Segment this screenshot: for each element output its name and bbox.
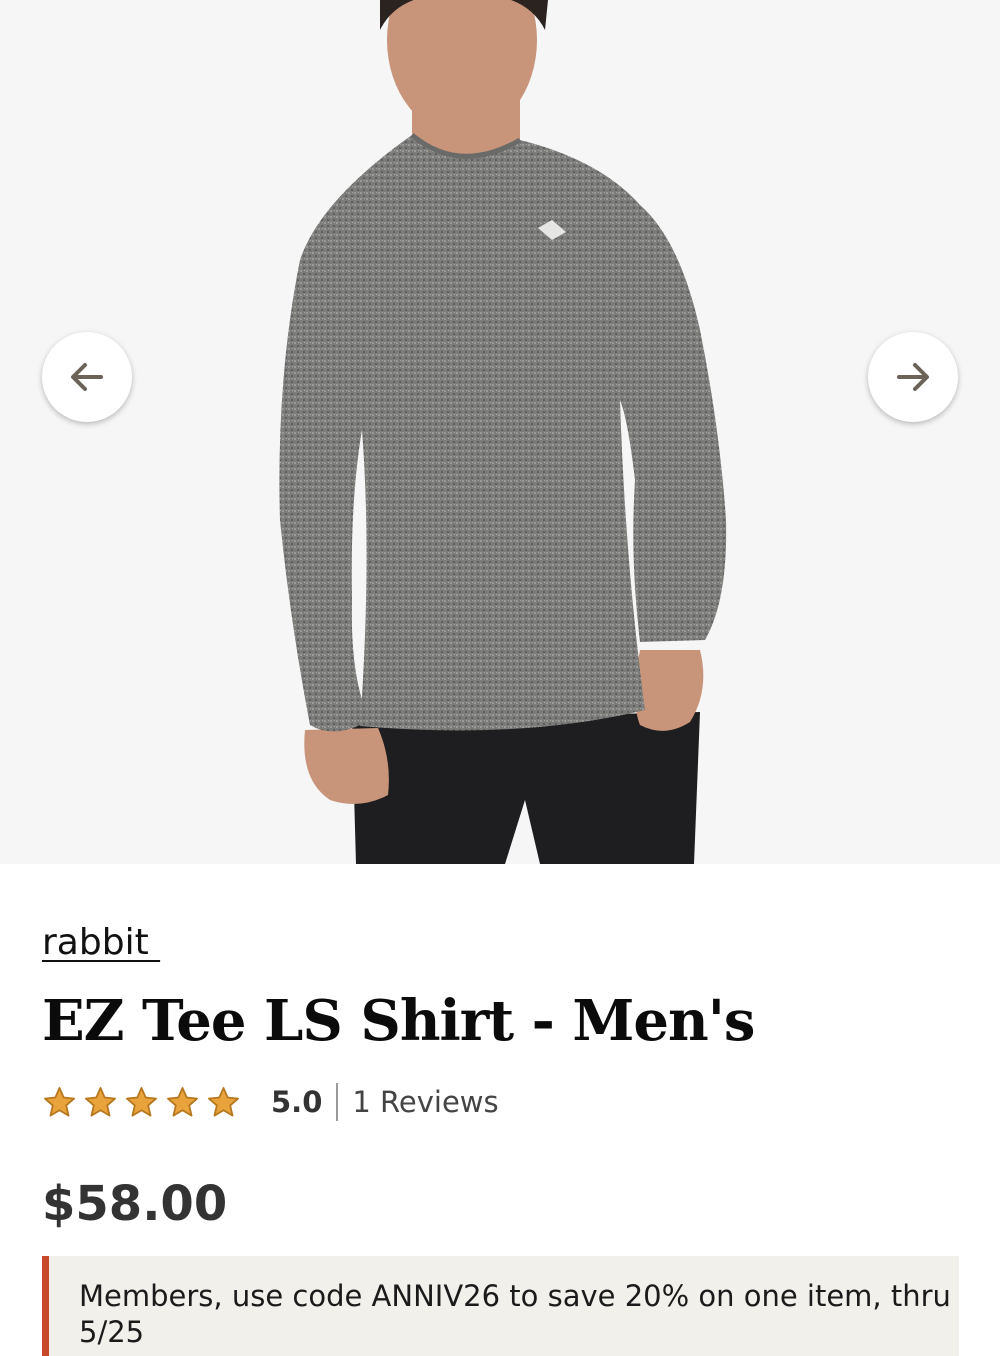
star-rating bbox=[42, 1085, 241, 1120]
promo-text: Members, use code ANNIV26 to save 20% on… bbox=[79, 1279, 951, 1349]
rating-divider bbox=[336, 1083, 339, 1121]
product-price: $58.00 bbox=[42, 1176, 228, 1232]
next-image-button[interactable] bbox=[868, 332, 958, 422]
arrow-right-icon bbox=[897, 363, 929, 391]
star-icon bbox=[124, 1085, 159, 1120]
previous-image-button[interactable] bbox=[42, 332, 132, 422]
star-icon bbox=[83, 1085, 118, 1120]
product-photo bbox=[279, 0, 727, 864]
rating-value: 5.0 bbox=[271, 1085, 323, 1119]
brand-link[interactable]: rabbit bbox=[42, 922, 160, 963]
rating-summary: 5.0 1 Reviews bbox=[42, 1080, 499, 1124]
arrow-left-icon bbox=[71, 363, 103, 391]
reviews-link[interactable]: 1 Reviews bbox=[352, 1085, 498, 1119]
star-icon bbox=[206, 1085, 241, 1120]
member-promo-banner: Members, use code ANNIV26 to save 20% on… bbox=[42, 1256, 959, 1356]
product-image-gallery bbox=[0, 0, 1000, 864]
product-title: EZ Tee LS Shirt - Men's bbox=[42, 988, 755, 1054]
star-icon bbox=[42, 1085, 77, 1120]
star-icon bbox=[165, 1085, 200, 1120]
